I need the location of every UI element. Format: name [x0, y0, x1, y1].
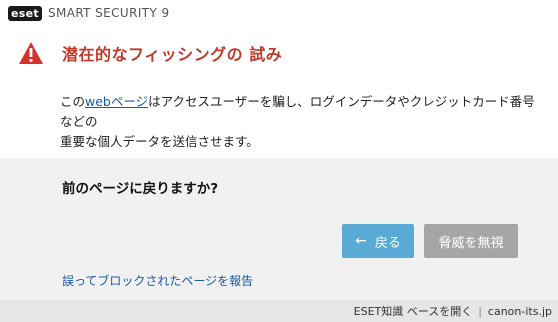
titlebar: eset SMART SECURITY 9 — [0, 0, 558, 26]
description-line-2: 重要な個人データを送信させます。 — [60, 134, 259, 149]
question-panel: 前のページに戻りますか? ← 戻る 脅威を無視 誤ってブロックされたページを報告 — [0, 158, 558, 300]
question-text: 前のページに戻りますか? — [62, 181, 219, 197]
back-button[interactable]: ← 戻る — [342, 224, 414, 258]
product-name: SMART SECURITY 9 — [47, 6, 170, 20]
description-prefix: この — [60, 94, 86, 109]
eset-logo: eset — [8, 5, 42, 21]
report-misblocked-link[interactable]: 誤ってブロックされたページを報告 — [62, 272, 253, 289]
warning-title: 潜在的なフィッシングの 試み — [62, 45, 283, 64]
footer-domain: canon-its.jp — [487, 304, 552, 318]
warning-description: このwebページはアクセスユーザーを騙し、ログインデータやクレジットカード番号な… — [60, 92, 540, 152]
warning-header: 潜在的なフィッシングの 試み — [0, 26, 558, 80]
description-line-1: このwebページはアクセスユーザーを騙し、ログインデータやクレジットカード番号な… — [60, 92, 540, 132]
ignore-threat-label: 脅威を無視 — [438, 235, 504, 251]
knowledge-base-link[interactable]: ESET知識 ベースを開く — [354, 303, 473, 319]
webpage-link[interactable]: webページ — [85, 94, 148, 109]
warning-triangle-icon — [19, 42, 43, 64]
arrow-left-icon: ← — [355, 233, 367, 249]
footer-separator: | — [478, 304, 482, 318]
ignore-threat-button[interactable]: 脅威を無視 — [424, 224, 518, 258]
back-button-label: 戻る — [374, 235, 401, 251]
footer: ESET知識 ベースを開く | canon-its.jp — [0, 300, 558, 322]
